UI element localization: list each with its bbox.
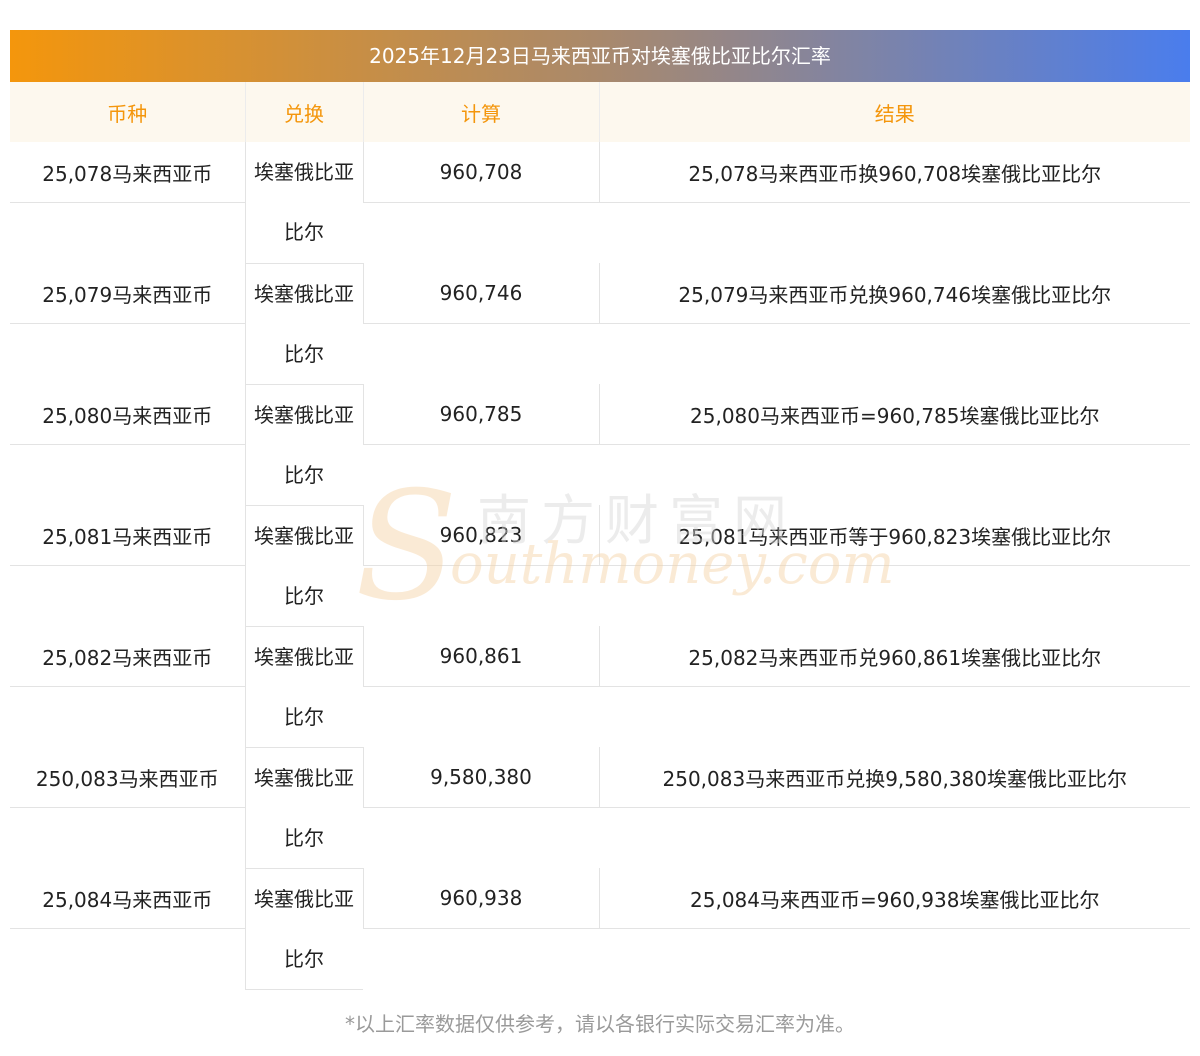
rate-table-container: 2025年12月23日马来西亚币对埃塞俄比亚比尔汇率 币种 兑换 计算 结果 2… xyxy=(10,30,1190,990)
cell-currency: 埃塞俄比亚 比尔 xyxy=(244,868,363,990)
spacer-cell xyxy=(363,929,599,990)
table-row-spacer xyxy=(10,203,1190,264)
spacer-cell xyxy=(599,566,1190,627)
table-body: 25,078马来西亚币 埃塞俄比亚 比尔 960,708 25,078马来西亚币换960… xyxy=(10,142,1190,990)
cell-result: 25,082马来西亚币兑960,861埃塞俄比亚比尔 xyxy=(598,626,1190,687)
spacer-cell xyxy=(10,203,245,264)
currency-line-2: 比尔 xyxy=(284,825,324,850)
currency-line-1: 埃塞俄比亚 xyxy=(254,281,354,306)
spacer-cell xyxy=(10,808,245,869)
table-header-row: 币种 兑换 计算 结果 xyxy=(10,82,1190,142)
cell-result: 25,084马来西亚币=960,938埃塞俄比亚比尔 xyxy=(598,868,1190,929)
cell-amount: 25,081马来西亚币 xyxy=(10,505,245,566)
header-exchange: 兑换 xyxy=(245,82,364,142)
currency-line-1: 埃塞俄比亚 xyxy=(254,644,354,669)
spacer-cell xyxy=(363,808,599,869)
cell-calc: 960,708 xyxy=(362,142,599,203)
cell-result: 25,080马来西亚币=960,785埃塞俄比亚比尔 xyxy=(598,384,1190,445)
cell-amount: 25,079马来西亚币 xyxy=(10,263,245,324)
spacer-cell xyxy=(599,324,1190,385)
table-row: 25,080马来西亚币 埃塞俄比亚 比尔 960,785 25,080马来西亚币=960… xyxy=(10,384,1190,506)
currency-line-1: 埃塞俄比亚 xyxy=(254,402,354,427)
spacer-cell xyxy=(599,687,1190,748)
cell-amount: 25,078马来西亚币 xyxy=(10,142,245,203)
cell-currency: 埃塞俄比亚 比尔 xyxy=(244,626,363,748)
cell-calc: 9,580,380 xyxy=(362,747,599,808)
spacer-cell xyxy=(10,324,245,385)
currency-line-2: 比尔 xyxy=(284,704,324,729)
table-row-spacer xyxy=(10,929,1190,990)
cell-currency: 埃塞俄比亚 比尔 xyxy=(244,747,363,869)
table-row-spacer xyxy=(10,808,1190,869)
table-title: 2025年12月23日马来西亚币对埃塞俄比亚比尔汇率 xyxy=(10,30,1190,82)
table-row: 25,078马来西亚币 埃塞俄比亚 比尔 960,708 25,078马来西亚币换960… xyxy=(10,142,1190,264)
spacer-cell xyxy=(599,203,1190,264)
currency-line-2: 比尔 xyxy=(284,341,324,366)
spacer-cell xyxy=(363,687,599,748)
table-row-spacer xyxy=(10,566,1190,627)
cell-result: 25,079马来西亚币兑换960,746埃塞俄比亚比尔 xyxy=(598,263,1190,324)
currency-line-1: 埃塞俄比亚 xyxy=(254,886,354,911)
spacer-cell xyxy=(363,324,599,385)
spacer-cell xyxy=(10,445,245,506)
table-row-spacer xyxy=(10,445,1190,506)
cell-currency: 埃塞俄比亚 比尔 xyxy=(244,263,363,385)
spacer-cell xyxy=(599,445,1190,506)
table-row-spacer xyxy=(10,324,1190,385)
cell-result: 250,083马来西亚币兑换9,580,380埃塞俄比亚比尔 xyxy=(598,747,1190,808)
spacer-cell xyxy=(363,203,599,264)
cell-calc: 960,823 xyxy=(362,505,599,566)
currency-line-1: 埃塞俄比亚 xyxy=(254,523,354,548)
cell-calc: 960,938 xyxy=(362,868,599,929)
currency-line-2: 比尔 xyxy=(284,462,324,487)
table-row: 25,082马来西亚币 埃塞俄比亚 比尔 960,861 25,082马来西亚币兑960… xyxy=(10,626,1190,748)
cell-currency: 埃塞俄比亚 比尔 xyxy=(244,384,363,506)
table-row: 25,081马来西亚币 埃塞俄比亚 比尔 960,823 25,081马来西亚币等于96… xyxy=(10,505,1190,627)
spacer-cell xyxy=(599,808,1190,869)
cell-amount: 25,084马来西亚币 xyxy=(10,868,245,929)
spacer-cell xyxy=(10,929,245,990)
rate-table: 币种 兑换 计算 结果 25,078马来西亚币 埃塞俄比亚 比尔 960,708 25,… xyxy=(10,82,1190,990)
table-row-spacer xyxy=(10,687,1190,748)
currency-line-2: 比尔 xyxy=(284,946,324,971)
spacer-cell xyxy=(363,566,599,627)
table-row: 25,079马来西亚币 埃塞俄比亚 比尔 960,746 25,079马来西亚币兑换96… xyxy=(10,263,1190,385)
cell-amount: 250,083马来西亚币 xyxy=(10,747,245,808)
cell-amount: 25,082马来西亚币 xyxy=(10,626,245,687)
spacer-cell xyxy=(363,445,599,506)
cell-currency: 埃塞俄比亚 比尔 xyxy=(244,505,363,627)
header-result: 结果 xyxy=(599,82,1190,142)
table-row: 25,084马来西亚币 埃塞俄比亚 比尔 960,938 25,084马来西亚币=960… xyxy=(10,868,1190,990)
table-row: 250,083马来西亚币 埃塞俄比亚 比尔 9,580,380 250,083马来西亚币… xyxy=(10,747,1190,869)
cell-calc: 960,861 xyxy=(362,626,599,687)
cell-result: 25,078马来西亚币换960,708埃塞俄比亚比尔 xyxy=(598,142,1190,203)
currency-line-2: 比尔 xyxy=(284,220,324,245)
spacer-cell xyxy=(599,929,1190,990)
cell-calc: 960,746 xyxy=(362,263,599,324)
cell-result: 25,081马来西亚币等于960,823埃塞俄比亚比尔 xyxy=(598,505,1190,566)
currency-line-2: 比尔 xyxy=(284,583,324,608)
disclaimer-note: *以上汇率数据仅供参考，请以各银行实际交易汇率为准。 xyxy=(345,1012,855,1036)
header-calc: 计算 xyxy=(363,82,600,142)
cell-amount: 25,080马来西亚币 xyxy=(10,384,245,445)
currency-line-1: 埃塞俄比亚 xyxy=(254,160,354,185)
spacer-cell xyxy=(10,687,245,748)
spacer-cell xyxy=(10,566,245,627)
cell-calc: 960,785 xyxy=(362,384,599,445)
header-currency: 币种 xyxy=(10,82,246,142)
cell-currency: 埃塞俄比亚 比尔 xyxy=(244,142,363,264)
currency-line-1: 埃塞俄比亚 xyxy=(254,765,354,790)
